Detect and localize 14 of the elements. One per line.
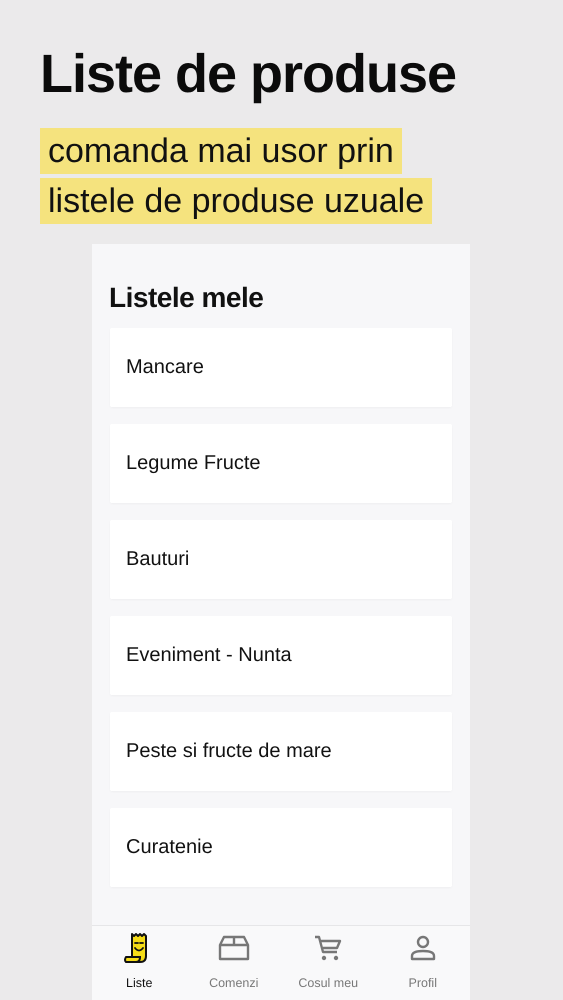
list-item[interactable]: Peste si fructe de mare — [110, 712, 452, 791]
tagline: comanda mai usor prin — [40, 128, 402, 174]
tab[interactable]: Profil — [376, 926, 470, 1000]
tab[interactable]: Cosul meu — [281, 926, 376, 1000]
tab[interactable]: Comenzi — [186, 926, 281, 1000]
list-item[interactable]: Mancare — [110, 328, 452, 407]
headline: Liste de produse — [40, 43, 458, 106]
list-item[interactable]: Legume Fructe — [110, 424, 452, 503]
list-item[interactable]: Curatenie — [110, 808, 452, 887]
screen-title: Listele mele — [109, 282, 264, 314]
list-item[interactable]: Bauturi — [110, 520, 452, 599]
list-item[interactable]: Eveniment - Nunta — [110, 616, 452, 695]
tab[interactable]: Liste — [92, 926, 186, 1000]
tagline: listele de produse uzuale — [40, 178, 432, 224]
